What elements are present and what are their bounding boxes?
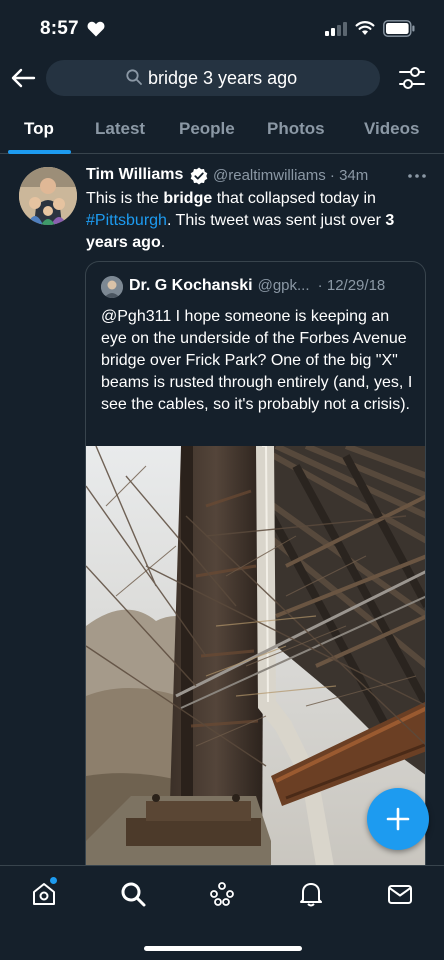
verified-badge-icon	[190, 167, 208, 185]
spaces-icon[interactable]	[208, 880, 236, 908]
tab-top[interactable]: Top	[24, 119, 54, 139]
quoted-author-handle: @gpk...	[257, 277, 310, 294]
notifications-icon[interactable]	[297, 880, 325, 908]
status-bar: 8:57	[0, 0, 444, 58]
plus-icon	[386, 807, 410, 831]
search-query: bridge 3 years ago	[148, 68, 298, 88]
author-name[interactable]: Tim Williams	[86, 166, 183, 184]
sliders-icon[interactable]	[398, 65, 426, 91]
quoted-date-line: · 12/29/18	[313, 277, 386, 294]
tab-people[interactable]: People	[179, 119, 235, 139]
quoted-date: 12/29/18	[326, 277, 386, 294]
compose-tweet-button[interactable]	[367, 788, 429, 850]
heart-icon	[87, 21, 105, 37]
author-handle-line: @realtimwilliams · 34m	[213, 167, 369, 184]
avatar[interactable]	[19, 167, 77, 225]
messages-icon[interactable]	[386, 880, 414, 908]
cellular-signal-icon	[325, 22, 347, 36]
tab-videos[interactable]: Videos	[364, 119, 419, 139]
tweet-text: This is the bridge that collapsed today …	[86, 190, 395, 251]
hashtag-link[interactable]: #Pittsburgh	[86, 212, 167, 229]
search-header: bridge 3 years ago	[0, 58, 444, 98]
active-tab-indicator	[8, 150, 71, 154]
search-icon[interactable]	[119, 880, 147, 908]
tab-photos[interactable]: Photos	[267, 119, 325, 139]
highlight-bridge: bridge	[163, 190, 213, 207]
quoted-text: @Pgh311 I hope someone is keeping an eye…	[101, 308, 413, 413]
tweet-header: Tim Williams @realtimwilliams · 34m	[86, 166, 436, 188]
status-time: 8:57	[40, 18, 79, 39]
wifi-icon	[355, 21, 375, 35]
tab-latest[interactable]: Latest	[95, 119, 145, 139]
tweet[interactable]: Tim Williams @realtimwilliams · 34m This…	[0, 155, 444, 865]
quoted-author-name: Dr. G Kochanski	[129, 277, 253, 294]
author-handle: @realtimwilliams	[213, 167, 326, 184]
more-horizontal-icon[interactable]	[406, 168, 428, 184]
bottom-navigation	[0, 865, 444, 960]
home-icon[interactable]	[30, 880, 58, 908]
quoted-avatar	[101, 276, 123, 298]
quoted-tweet[interactable]: Dr. G Kochanski @gpk... · 12/29/18 @Pgh31…	[85, 261, 426, 865]
battery-icon	[383, 20, 415, 37]
search-input[interactable]: bridge 3 years ago	[46, 60, 380, 96]
quoted-header: Dr. G Kochanski @gpk... · 12/29/18	[129, 277, 385, 299]
home-notification-dot	[50, 877, 57, 884]
search-icon	[126, 69, 142, 85]
search-tabs: Top Latest People Photos Videos	[0, 108, 444, 154]
tweet-timestamp: 34m	[339, 167, 369, 184]
arrow-left-icon[interactable]	[10, 66, 36, 90]
home-indicator	[144, 946, 302, 951]
